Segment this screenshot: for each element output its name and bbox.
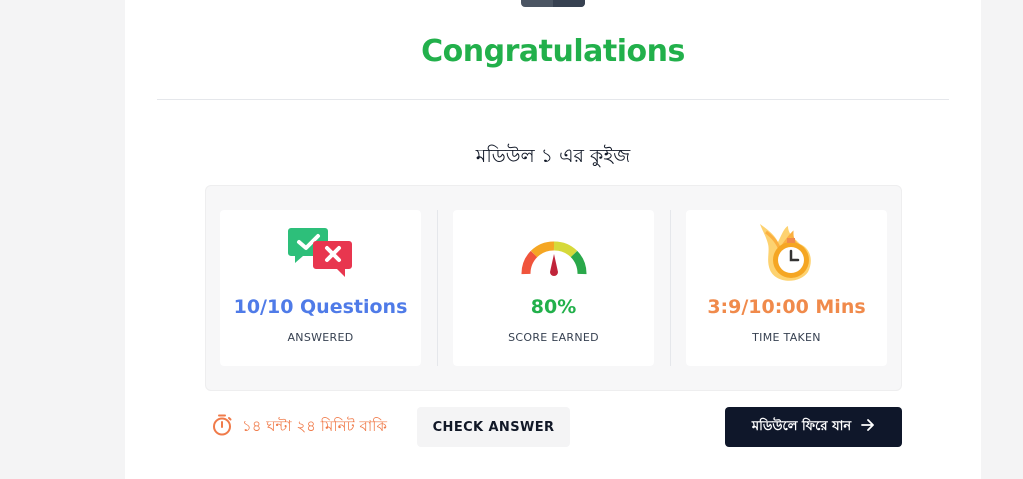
time-taken-value: 3:9/10:00 Mins <box>707 296 866 318</box>
answered-label: ANSWERED <box>287 331 354 344</box>
gauge-meter-icon <box>453 224 654 284</box>
back-to-module-button[interactable]: মডিউলে ফিরে যান <box>725 407 902 447</box>
stat-separator <box>670 210 671 366</box>
quiz-name: মডিউল ১ এর কুইজ <box>475 145 631 167</box>
stat-separator <box>437 210 438 366</box>
time-taken-label: TIME TAKEN <box>752 331 821 344</box>
page-title: Congratulations <box>421 34 685 69</box>
stat-score: 80% SCORE EARNED <box>453 210 654 366</box>
back-to-module-label: মডিউলে ফিরে যান <box>751 418 852 434</box>
questions-answered-value: 10/10 Questions <box>233 296 408 318</box>
time-remaining-text: ১৪ ঘন্টা ২৪ মিনিট বাকি <box>242 416 387 435</box>
stopwatch-icon <box>212 414 232 440</box>
arrow-right-icon <box>861 419 875 435</box>
time-remaining: ১৪ ঘন্টা ২৪ মিনিট বাকি <box>212 414 387 440</box>
stats-panel: 10/10 Questions ANSWERED 80% SCORE EARNE… <box>205 185 902 391</box>
drag-handle[interactable] <box>521 0 585 7</box>
result-card: Congratulations মডিউল ১ এর কুইজ 10/10 Qu… <box>125 0 981 479</box>
score-value: 80% <box>530 296 577 318</box>
flaming-clock-icon <box>686 224 887 284</box>
score-label: SCORE EARNED <box>508 331 599 344</box>
stat-time: 3:9/10:00 Mins TIME TAKEN <box>686 210 887 366</box>
stat-answered: 10/10 Questions ANSWERED <box>220 210 421 366</box>
divider <box>157 99 949 100</box>
check-answer-button[interactable]: CHECK ANSWER <box>417 407 570 447</box>
check-cross-chat-icon <box>220 224 421 284</box>
